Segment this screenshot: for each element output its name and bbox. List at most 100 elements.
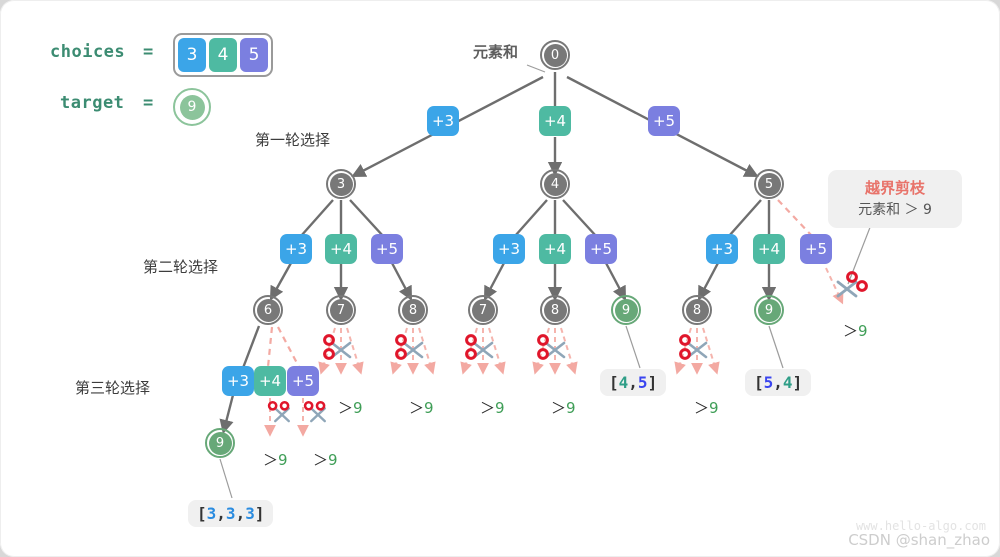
target-value: 9: [179, 94, 205, 120]
tree-operation-badge: +3: [706, 234, 738, 264]
prune-callout-detail: 元素和 ＞ 9: [858, 201, 932, 218]
overflow-mark: ＞9: [263, 449, 288, 470]
tree-node-label: 8: [543, 298, 567, 322]
tree-operation-badge: +5: [648, 106, 680, 136]
tree-node-label: 7: [471, 298, 495, 322]
result-path-box: [3,3,3]: [188, 500, 274, 527]
overflow-symbol: ＞: [694, 399, 710, 417]
result-token: [: [609, 373, 619, 392]
overflow-mark: ＞9: [313, 449, 338, 470]
tree-node-label: 3: [329, 172, 353, 196]
overflow-value: 9: [495, 399, 505, 417]
prune-callout: 越界剪枝 元素和 ＞ 9: [828, 170, 962, 228]
prune-callout-title: 越界剪枝: [864, 179, 925, 197]
tree-operation-badge: +4: [254, 366, 286, 396]
overflow-mark: ＞9: [338, 397, 363, 418]
tree-node-label: 5: [757, 172, 781, 196]
tree-node: 7: [468, 295, 498, 325]
result-token: ]: [254, 504, 265, 523]
overflow-mark: ＞9: [551, 397, 576, 418]
round-3-label: 第三轮选择: [75, 379, 151, 397]
tree-node: 7: [326, 295, 356, 325]
overflow-value: 9: [328, 451, 338, 469]
tree-operation-badge: +5: [287, 366, 319, 396]
choice-cell: 4: [209, 38, 237, 72]
overflow-symbol: ＞: [338, 399, 354, 417]
result-token: [: [197, 504, 207, 523]
overflow-value: 9: [709, 399, 719, 417]
result-token: ]: [647, 373, 658, 392]
tree-node: 9: [754, 295, 784, 325]
result-token: 5: [763, 373, 774, 392]
tree-operation-badge: +3: [280, 234, 312, 264]
overflow-symbol: ＞: [313, 451, 329, 469]
tree-operation-badge: +5: [371, 234, 403, 264]
tree-node-label: 6: [256, 298, 280, 322]
overflow-value: 9: [424, 399, 434, 417]
overflow-mark: ＞9: [480, 397, 505, 418]
overflow-symbol: ＞: [263, 451, 279, 469]
choice-cell: 5: [240, 38, 268, 72]
tree-node: 9: [205, 428, 235, 458]
result-token: 4: [782, 373, 793, 392]
tree-operation-badge: +3: [427, 106, 459, 136]
tree-node-label: 4: [543, 172, 567, 196]
overflow-mark: ＞9: [694, 397, 719, 418]
round-1-label: 第一轮选择: [255, 131, 331, 149]
choice-value: 4: [217, 45, 229, 65]
tree-node-label: 9: [614, 298, 638, 322]
overflow-symbol: ＞: [551, 399, 567, 417]
choices-array: 3 4 5: [173, 33, 273, 77]
overflow-value: 9: [858, 322, 868, 340]
target-equals: =: [143, 93, 154, 113]
result-token: ,: [773, 373, 783, 392]
result-token: 3: [225, 504, 236, 523]
tree-operation-badge: +5: [800, 234, 832, 264]
result-path-box: [5,4]: [745, 369, 812, 396]
choices-equals: =: [143, 42, 154, 62]
tree-node-label: 7: [329, 298, 353, 322]
tree-node-label: 9: [208, 431, 232, 455]
result-token: [: [754, 373, 764, 392]
tree-edges-layer: [219, 64, 877, 499]
tree-node: 6: [253, 295, 283, 325]
tree-node: 8: [540, 295, 570, 325]
overflow-mark: ＞9: [409, 397, 434, 418]
choice-value: 3: [186, 45, 198, 65]
diagram-canvas: choices = 3 4 5 target = 9 元素和 第一轮选择 第二轮…: [0, 0, 1000, 557]
tree-node: 4: [540, 169, 570, 199]
watermark-user: CSDN @shan_zhao: [848, 531, 990, 549]
overflow-symbol: ＞: [843, 322, 859, 340]
tree-operation-badge: +4: [539, 234, 571, 264]
tree-operation-badge: +5: [585, 234, 617, 264]
tree-operation-badge: +4: [753, 234, 785, 264]
choices-label: choices: [50, 42, 126, 62]
overflow-value: 9: [353, 399, 363, 417]
result-token: ,: [235, 504, 246, 523]
overflow-value: 9: [278, 451, 288, 469]
result-token: 3: [245, 504, 255, 523]
tree-operation-badge: +4: [325, 234, 357, 264]
tree-operation-badge: +3: [222, 366, 254, 396]
tree-node-label: 9: [757, 298, 781, 322]
tree-operation-badge: +3: [493, 234, 525, 264]
result-token: 5: [637, 373, 648, 392]
tree-node-label: 8: [685, 298, 709, 322]
overflow-value: 9: [566, 399, 576, 417]
tree-node: 0: [540, 40, 570, 70]
root-caption: 元素和: [473, 43, 519, 61]
tree-node: 8: [682, 295, 712, 325]
tree-node-label: 8: [401, 298, 425, 322]
overflow-symbol: ＞: [480, 399, 496, 417]
tree-operation-badge: +4: [539, 106, 571, 136]
result-token: 4: [618, 373, 629, 392]
overflow-mark: ＞9: [843, 320, 868, 341]
tree-node-label: 0: [543, 43, 567, 67]
result-token: ,: [216, 504, 226, 523]
tree-node: 5: [754, 169, 784, 199]
result-token: 3: [206, 504, 217, 523]
result-token: ]: [792, 373, 803, 392]
target-value-badge: 9: [173, 88, 211, 126]
tree-node: 8: [398, 295, 428, 325]
overflow-symbol: ＞: [409, 399, 425, 417]
